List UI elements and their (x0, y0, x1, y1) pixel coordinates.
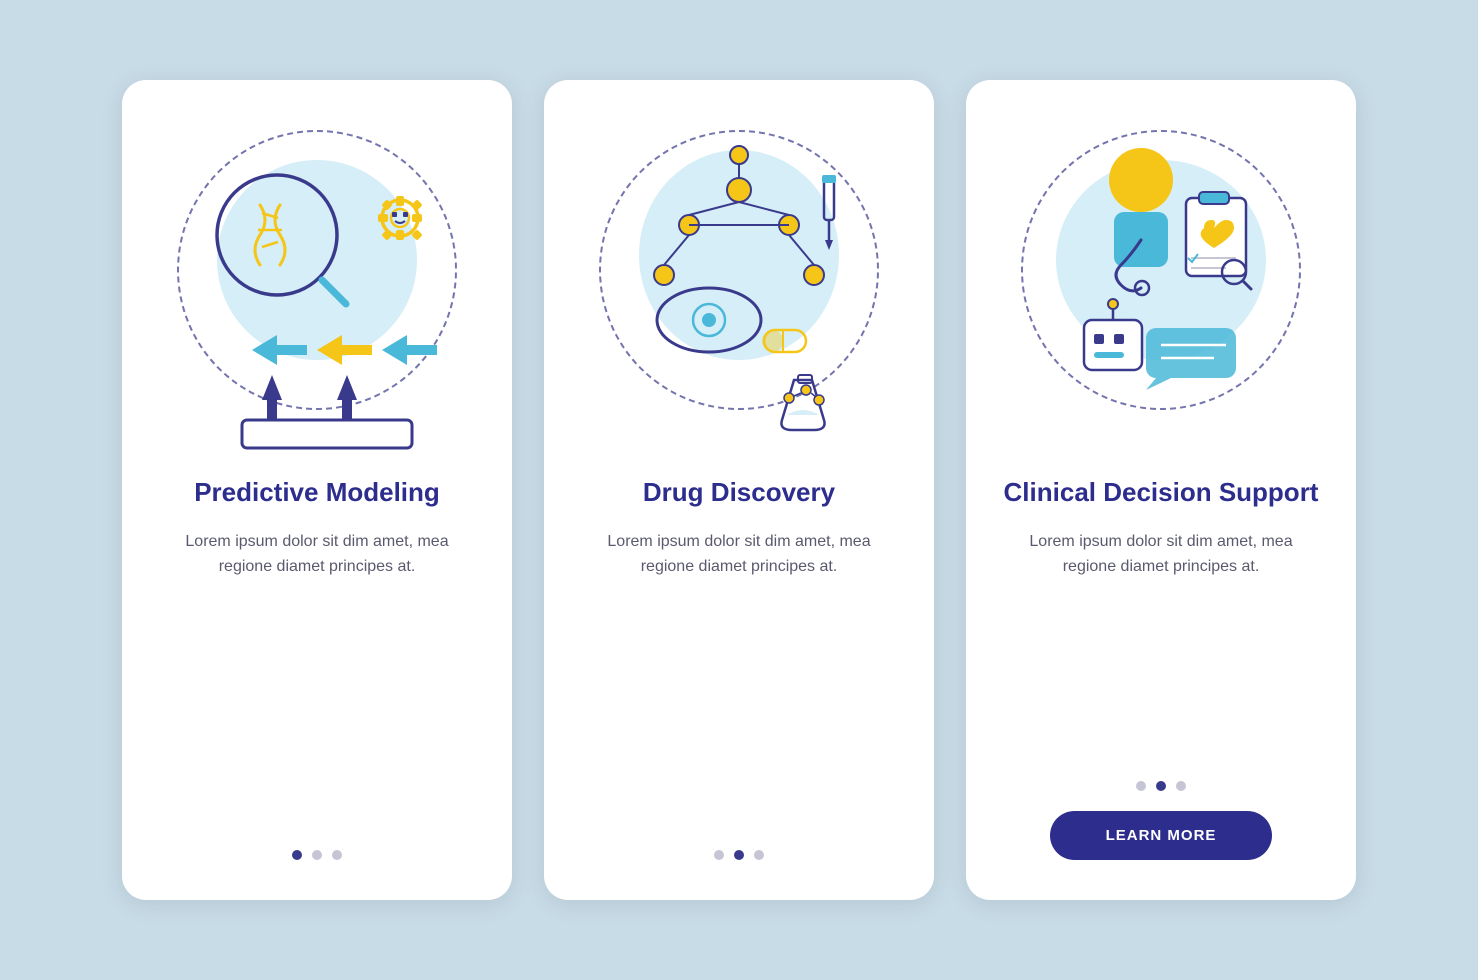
card-title-drug: Drug Discovery (643, 476, 835, 509)
learn-more-button[interactable]: LEARN MORE (1050, 811, 1273, 860)
card-clinical-decision: Clinical Decision Support Lorem ipsum do… (966, 80, 1356, 900)
svg-drug (544, 80, 934, 460)
card-content-drug: Drug Discovery Lorem ipsum dolor sit dim… (544, 460, 934, 860)
card-title-predictive: Predictive Modeling (194, 476, 440, 509)
card-predictive-modeling: Predictive Modeling Lorem ipsum dolor si… (122, 80, 512, 900)
cards-container: Predictive Modeling Lorem ipsum dolor si… (82, 40, 1396, 940)
dot-2-drug (734, 850, 744, 860)
card-title-clinical: Clinical Decision Support (1004, 476, 1319, 509)
dot-1-drug (714, 850, 724, 860)
card-drug-discovery: Drug Discovery Lorem ipsum dolor sit dim… (544, 80, 934, 900)
card-content-predictive: Predictive Modeling Lorem ipsum dolor si… (122, 460, 512, 860)
svg-clinical (966, 80, 1356, 460)
dots-clinical (1136, 761, 1186, 791)
dots-drug (714, 830, 764, 860)
illustration-drug (544, 80, 934, 460)
dot-1 (292, 850, 302, 860)
card-description-predictive: Lorem ipsum dolor sit dim amet, mea regi… (158, 529, 476, 580)
dot-2-clinical (1156, 781, 1166, 791)
card-description-clinical: Lorem ipsum dolor sit dim amet, mea regi… (1002, 529, 1320, 580)
dot-2 (312, 850, 322, 860)
dot-3 (332, 850, 342, 860)
dot-3-drug (754, 850, 764, 860)
dot-3-clinical (1176, 781, 1186, 791)
dots-predictive (292, 830, 342, 860)
illustration-predictive (122, 80, 512, 460)
dot-1-clinical (1136, 781, 1146, 791)
card-description-drug: Lorem ipsum dolor sit dim amet, mea regi… (580, 529, 898, 580)
svg-predictive (122, 80, 512, 460)
illustration-clinical (966, 80, 1356, 460)
card-content-clinical: Clinical Decision Support Lorem ipsum do… (966, 460, 1356, 860)
